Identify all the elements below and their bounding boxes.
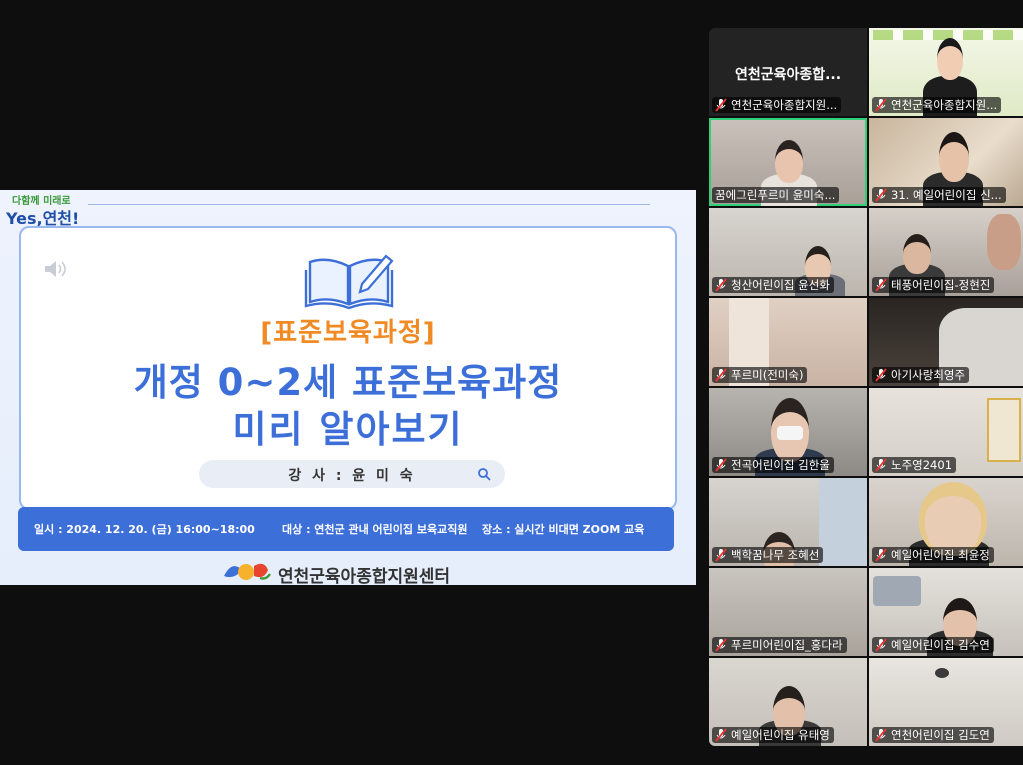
mic-muted-icon (715, 458, 727, 472)
participant-name-label: 예일어린이집 유태영 (712, 727, 834, 743)
participant-tile-active-speaker[interactable]: 꿈에그린푸르미 윤미숙... (709, 118, 867, 206)
participant-name-label: 푸르미어린이집_홍다라 (712, 637, 847, 653)
participant-name: 꿈에그린푸르미 윤미숙... (715, 188, 836, 202)
participant-name: 전곡어린이집 김한울 (731, 458, 830, 472)
participant-name-label: 아기사랑최영주 (872, 367, 970, 383)
participant-tile[interactable]: 31. 예일어린이집 신... (869, 118, 1023, 206)
info-target: 대상 : 연천군 관내 어린이집 보육교직원 (282, 523, 468, 536)
org-logo-mark (224, 563, 271, 580)
video-background (987, 398, 1021, 462)
video-face (937, 38, 963, 80)
search-icon (478, 468, 491, 481)
participant-name: 연천군육아종합지원... (891, 98, 998, 112)
participant-name: 연천어린이집 김도연 (891, 728, 990, 742)
slide-subtitle: [표준보육과정] (260, 318, 436, 348)
participant-big-name: 연천군육아종합... (734, 67, 842, 83)
participant-name: 예일어린이집 김수연 (891, 638, 990, 652)
mic-muted-icon (875, 728, 887, 742)
video-face (939, 132, 969, 182)
mic-muted-icon (715, 548, 727, 562)
participant-name-label: 연천군육아종합지원... (712, 97, 842, 113)
participant-tile[interactable]: 청산어린이집 윤선화 (709, 208, 867, 296)
participant-name: 푸르미(전미숙) (731, 368, 804, 382)
participant-name: 노주영2401 (891, 458, 953, 472)
lecturer-box: 강 사 : 윤 미 숙 (199, 460, 505, 488)
participant-name: 푸르미어린이집_홍다라 (731, 638, 843, 652)
participant-tile[interactable]: 전곡어린이집 김한울 (709, 388, 867, 476)
participant-name: 연천군육아종합지원... (731, 98, 838, 112)
mic-muted-icon (715, 368, 727, 382)
mic-muted-icon (715, 278, 727, 292)
participant-tile[interactable]: 태풍어린이집-정현진 (869, 208, 1023, 296)
participant-tile[interactable]: 예일어린이집 김수연 (869, 568, 1023, 656)
video-face (919, 482, 987, 556)
video-background (873, 576, 921, 606)
participant-name-label: 31. 예일어린이집 신... (872, 187, 1006, 203)
participant-tile[interactable]: 연천군육아종합... 연천군육아종합지원... (709, 28, 867, 116)
participant-name: 태풍어린이집-정현진 (891, 278, 991, 292)
mic-muted-icon (875, 638, 887, 652)
participant-name: 청산어린이집 윤선화 (731, 278, 830, 292)
video-ceiling-light (935, 668, 949, 678)
mic-muted-icon (715, 98, 727, 112)
header-divider (88, 204, 650, 205)
info-date: 일시 : 2024. 12. 20. (금) 16:00~18:00 (34, 523, 255, 536)
video-hand (987, 214, 1021, 270)
video-face (775, 140, 803, 183)
participant-tile[interactable]: 노주영2401 (869, 388, 1023, 476)
mic-muted-icon (875, 98, 887, 112)
participant-name-label: 푸르미(전미숙) (712, 367, 808, 383)
participant-name-label: 연천어린이집 김도연 (872, 727, 994, 743)
participant-name-label: 예일어린이집 최윤정 (872, 547, 994, 563)
book-pencil-icon (304, 254, 394, 310)
participant-name: 백학꿈나무 조혜선 (731, 548, 820, 562)
video-mask (777, 426, 803, 440)
participant-name: 예일어린이집 최윤정 (891, 548, 990, 562)
participant-name-label: 백학꿈나무 조혜선 (712, 547, 824, 563)
mic-muted-icon (875, 458, 887, 472)
participant-tile[interactable]: 연천어린이집 김도연 (869, 658, 1023, 746)
mic-muted-icon (715, 728, 727, 742)
session-info-bar: 일시 : 2024. 12. 20. (금) 16:00~18:00 대상 : … (18, 507, 674, 551)
mic-muted-icon (715, 638, 727, 652)
participant-tile[interactable]: 예일어린이집 최윤정 (869, 478, 1023, 566)
video-face (903, 234, 931, 274)
participant-name-label: 전곡어린이집 김한울 (712, 457, 834, 473)
yes-yeoncheon-logo: 다함께 미래로 Yes,연천! (6, 192, 96, 228)
participant-name: 31. 예일어린이집 신... (891, 188, 1002, 202)
participant-name: 아기사랑최영주 (891, 368, 966, 382)
participant-name-label: 청산어린이집 윤선화 (712, 277, 834, 293)
mic-muted-icon (875, 368, 887, 382)
mic-muted-icon (875, 278, 887, 292)
participant-name-label: 꿈에그린푸르미 윤미숙... (712, 187, 840, 203)
slide-title-line2: 미리 알아보기 (232, 408, 464, 451)
org-name: 연천군육아종합지원센터 (278, 567, 451, 585)
mic-muted-icon (875, 188, 887, 202)
participant-tile[interactable]: 아기사랑최영주 (869, 298, 1023, 386)
participant-name-label: 노주영2401 (872, 457, 957, 473)
shared-screen: 다함께 미래로 Yes,연천! [표준보육과정] 개정 0~2세 표준보육과정 … (0, 190, 696, 585)
participant-name-label: 태풍어린이집-정현진 (872, 277, 995, 293)
participant-tile[interactable]: 푸르미(전미숙) (709, 298, 867, 386)
slide-card: [표준보육과정] 개정 0~2세 표준보육과정 미리 알아보기 강 사 : 윤 … (19, 226, 677, 510)
info-place: 장소 : 실시간 비대면 ZOOM 교육 (482, 523, 645, 536)
participant-gallery: 연천군육아종합... 연천군육아종합지원... 연천군육아종합지원... 꿈에그… (709, 28, 1023, 748)
speaker-icon (45, 261, 66, 277)
participant-tile[interactable]: 예일어린이집 유태영 (709, 658, 867, 746)
participant-name-label: 예일어린이집 김수연 (872, 637, 994, 653)
mic-muted-icon (875, 548, 887, 562)
video-background (819, 478, 867, 566)
participant-tile[interactable]: 백학꿈나무 조혜선 (709, 478, 867, 566)
participant-tile[interactable]: 푸르미어린이집_홍다라 (709, 568, 867, 656)
participant-name-label: 연천군육아종합지원... (872, 97, 1002, 113)
lecturer-name: 강 사 : 윤 미 숙 (288, 468, 416, 484)
slide-title-line1: 개정 0~2세 표준보육과정 (133, 361, 563, 404)
participant-name: 예일어린이집 유태영 (731, 728, 830, 742)
participant-tile[interactable]: 연천군육아종합지원... (869, 28, 1023, 116)
